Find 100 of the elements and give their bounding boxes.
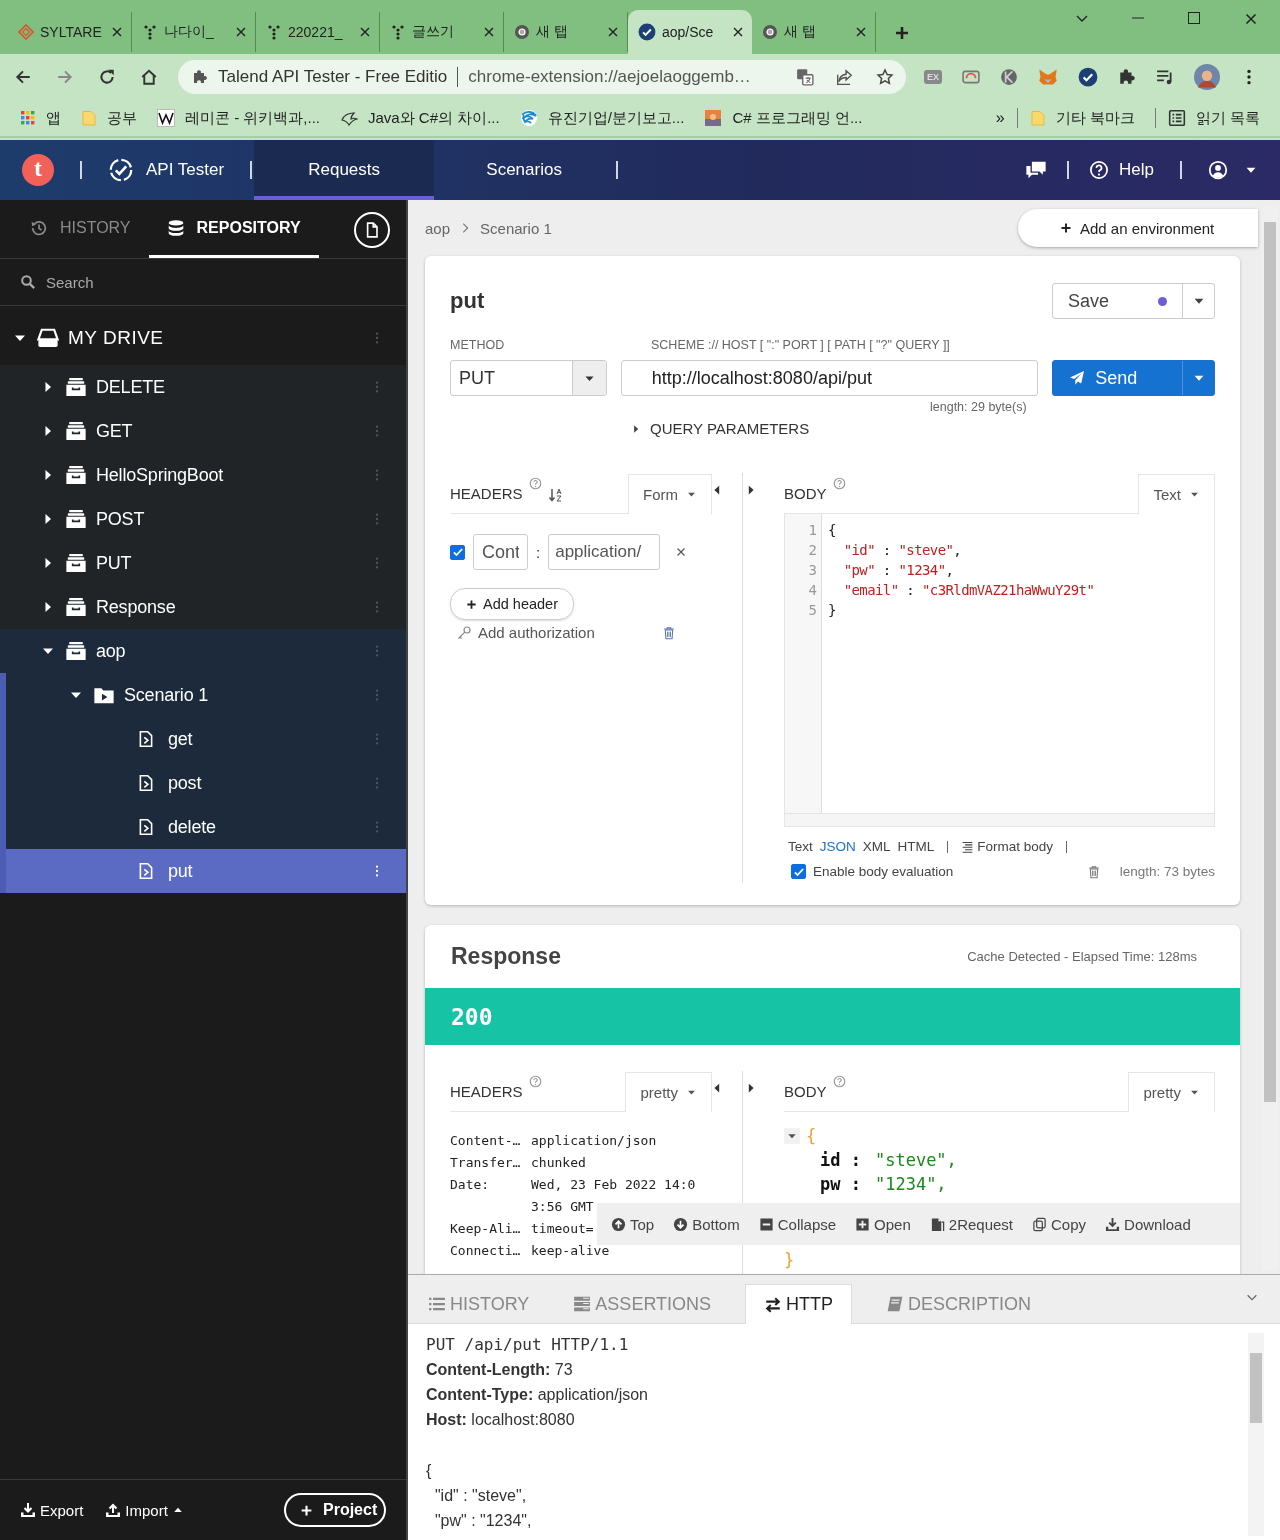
tree-item[interactable]: get xyxy=(0,717,406,761)
import-icon xyxy=(105,1502,122,1518)
tree-item[interactable]: aop xyxy=(0,629,406,673)
toolbar-button[interactable]: Open xyxy=(855,1215,911,1233)
format-option[interactable]: JSON xyxy=(819,839,856,854)
mode-dropdown[interactable]: pretty xyxy=(1128,1072,1215,1112)
add-environment-button[interactable]: Add an environment xyxy=(1018,209,1258,247)
mode-dropdown[interactable]: Text xyxy=(1138,474,1215,514)
header-checkbox[interactable] xyxy=(450,544,465,560)
tree-item[interactable]: HelloSpringBoot xyxy=(0,453,406,497)
share-icon[interactable] xyxy=(836,68,854,86)
format-option[interactable]: HTML xyxy=(897,839,935,854)
extension-icon[interactable] xyxy=(962,68,980,86)
url-field[interactable]: http://localhost:8080/api/put xyxy=(620,360,1039,396)
bookmark-star-icon[interactable] xyxy=(876,68,894,86)
mode-dropdown[interactable]: pretty xyxy=(625,1072,712,1112)
sort-icon[interactable] xyxy=(547,487,564,503)
search-input[interactable]: Search xyxy=(46,273,346,291)
browser-tab[interactable]: 글쓰기 xyxy=(380,12,504,52)
browser-tab[interactable]: 나다이_ xyxy=(132,12,256,52)
globe-icon xyxy=(514,24,530,40)
trash-icon[interactable] xyxy=(1086,864,1101,879)
toolbar-button[interactable]: Download xyxy=(1105,1215,1191,1233)
format-option[interactable]: Text xyxy=(788,839,813,854)
method-select[interactable]: PUT xyxy=(450,360,607,396)
user-icon[interactable] xyxy=(1208,160,1228,180)
scrollbar[interactable] xyxy=(1248,1333,1264,1536)
toolbar-button[interactable]: Copy xyxy=(1032,1215,1087,1233)
browser-tab[interactable]: 220221_ xyxy=(256,12,380,52)
check-circle-icon xyxy=(638,23,656,41)
help-link[interactable]: Help xyxy=(1089,160,1154,180)
bookmark[interactable]: 공부 xyxy=(81,108,137,128)
bookmark[interactable]: C# 프로그래밍 언... xyxy=(704,108,863,128)
help-icon xyxy=(528,1075,542,1088)
header-value-field[interactable]: application/ xyxy=(548,534,661,570)
bookmark[interactable]: 앱 xyxy=(20,108,61,128)
new-project-button[interactable]: Project xyxy=(284,1493,386,1527)
tree-item[interactable]: put xyxy=(0,849,406,893)
address-bar[interactable]: Talend API Tester - Free Editio chrome-extension://aejoelaoggemb… xyxy=(178,60,906,94)
tree-item[interactable]: GET xyxy=(0,409,406,453)
browser-tab[interactable]: SYLTARE xyxy=(8,12,132,52)
toggle-button[interactable] xyxy=(784,1128,800,1144)
browser-tab[interactable]: aop/Sce xyxy=(628,10,752,54)
format-option[interactable]: XML xyxy=(862,839,891,854)
checkbox[interactable] xyxy=(791,864,806,879)
resize-handle[interactable] xyxy=(785,813,1214,826)
add-authorization-link[interactable]: Add authorization xyxy=(456,624,656,641)
toolbar-button[interactable]: Collapse xyxy=(758,1215,837,1233)
toolbar-button[interactable]: Bottom xyxy=(673,1215,740,1233)
tree-item[interactable]: POST xyxy=(0,497,406,541)
toolbar-button[interactable]: 2Request xyxy=(929,1215,1013,1233)
browser-tab[interactable]: 새 탭 xyxy=(752,12,876,52)
media-icon[interactable] xyxy=(1156,68,1174,86)
tree-item[interactable]: PUT xyxy=(0,541,406,585)
export-button[interactable]: Export xyxy=(20,1501,84,1519)
breadcrumb-link[interactable]: Scenario 1 xyxy=(480,219,552,237)
search-field[interactable]: Search xyxy=(0,259,406,306)
nav-tab[interactable]: Requests xyxy=(254,140,435,200)
query-parameters-toggle[interactable]: QUERY PARAMETERS xyxy=(630,420,1215,437)
new-request-button[interactable] xyxy=(354,212,390,248)
more-bookmarks[interactable]: » xyxy=(995,109,1005,127)
tray-icon xyxy=(65,376,87,398)
new-tab-icon[interactable] xyxy=(894,25,910,41)
check-circle-icon[interactable] xyxy=(1078,67,1098,87)
panel-tab[interactable]: HTTP xyxy=(745,1284,853,1324)
tree-item[interactable]: post xyxy=(0,761,406,805)
bookmark-folder[interactable]: 기타 북마크 xyxy=(1029,108,1135,128)
sidebar-tab[interactable]: REPOSITORY xyxy=(148,200,319,258)
trash-icon[interactable] xyxy=(662,625,676,640)
bookmark[interactable]: Java와 C#의 차이... xyxy=(340,108,500,128)
sidebar-tab[interactable]: HISTORY xyxy=(12,200,149,258)
tree-item[interactable]: Scenario 1 xyxy=(0,673,406,717)
export-icon xyxy=(20,1502,36,1518)
breadcrumb-link[interactable]: aop xyxy=(425,219,451,237)
extension-icon[interactable] xyxy=(1000,68,1018,86)
bookmark[interactable]: 유진기업/분기보고... xyxy=(519,108,685,128)
import-button[interactable]: Import xyxy=(105,1501,184,1519)
forward-icon[interactable] xyxy=(56,68,74,86)
mode-dropdown[interactable]: Form xyxy=(628,474,712,514)
chat-icon[interactable] xyxy=(1025,159,1048,181)
product-link[interactable]: API Tester xyxy=(108,157,225,183)
bookmark[interactable]: 레미콘 - 위키백과,... xyxy=(157,108,320,128)
translate-icon[interactable] xyxy=(796,68,814,86)
header-name-field[interactable]: Cont xyxy=(473,534,528,570)
code-editor[interactable]: 1 2 3 4 5 { "id" : "steve", "pw" : "1234", "email" : "c3RldmVAZ21haWwuY29t" } xyxy=(784,514,1215,827)
extensions-icon[interactable] xyxy=(1118,68,1136,86)
format-body-button[interactable]: Format body xyxy=(961,839,1054,854)
avatar-icon[interactable] xyxy=(1194,64,1220,90)
tree-item[interactable]: Response xyxy=(0,585,406,629)
reload-icon[interactable] xyxy=(98,68,116,86)
toolbar-button[interactable]: Top xyxy=(611,1215,655,1233)
nav-tab[interactable]: Scenarios xyxy=(434,140,615,200)
tree-item[interactable]: delete xyxy=(0,805,406,849)
back-icon[interactable] xyxy=(14,68,32,86)
tree-item[interactable]: DELETE xyxy=(0,365,406,409)
reading-list[interactable]: 읽기 목록 xyxy=(1167,108,1260,128)
home-icon[interactable] xyxy=(140,68,158,86)
maximize-icon[interactable] xyxy=(1186,10,1202,26)
http-header: Host: localhost:8080 xyxy=(426,1410,575,1430)
add-header-button[interactable]: Add header xyxy=(450,588,574,620)
